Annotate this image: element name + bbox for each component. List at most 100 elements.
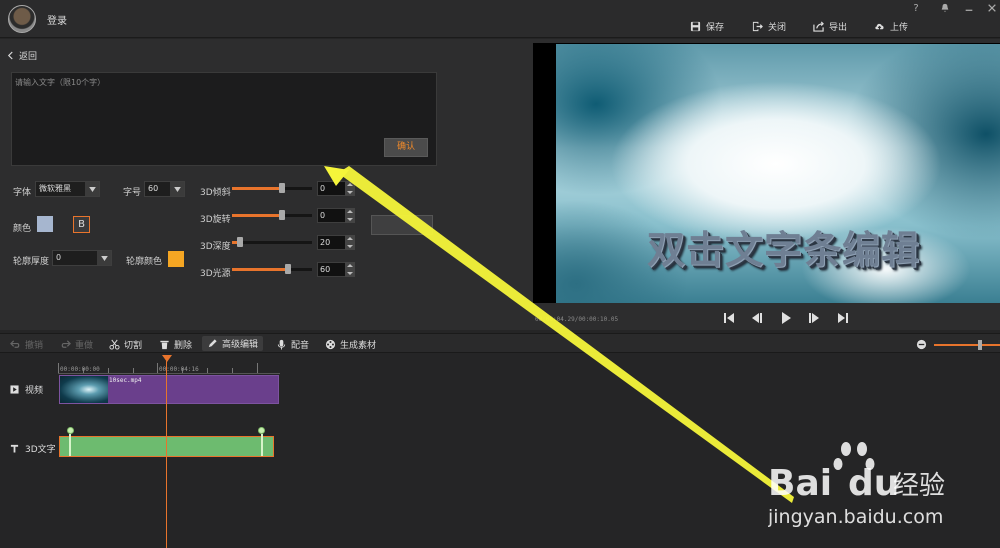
- outline-width-label: 轮廓厚度: [13, 257, 50, 267]
- playhead[interactable]: [166, 361, 167, 548]
- skip-start-icon[interactable]: [722, 311, 736, 325]
- rotate-spinbox[interactable]: 0: [317, 208, 355, 223]
- microphone-icon: [277, 339, 286, 350]
- outline-color-swatch[interactable]: [168, 251, 184, 267]
- generate-label: 生成素材: [340, 341, 377, 351]
- keyframe-handle[interactable]: [67, 427, 74, 434]
- outline-width-select[interactable]: 0: [52, 250, 112, 266]
- font-label: 字体: [13, 188, 32, 198]
- rotate-slider[interactable]: [232, 209, 312, 221]
- export-icon: [813, 20, 824, 32]
- depth-slider[interactable]: [232, 236, 312, 248]
- zoom-slider-handle[interactable]: [978, 340, 982, 350]
- login-link[interactable]: 登录: [47, 12, 67, 27]
- outline-color-label: 轮廓颜色: [126, 257, 163, 267]
- keyframe-line: [261, 434, 263, 456]
- watermark-url: jingyan.baidu.com: [768, 506, 943, 528]
- font-select[interactable]: 微软雅黑: [35, 181, 100, 197]
- playhead-handle[interactable]: [162, 355, 172, 362]
- help-button[interactable]: ?: [909, 3, 923, 15]
- preview-3d-title[interactable]: 双击文字条编辑: [647, 219, 920, 274]
- delete-button[interactable]: 删除: [159, 338, 192, 351]
- clip-thumbnail: [60, 376, 108, 403]
- back-label: 返回: [19, 52, 38, 62]
- scissors-icon: [109, 339, 120, 350]
- advanced-edit-button[interactable]: 高级编辑: [202, 336, 264, 351]
- minimize-icon[interactable]: [962, 3, 976, 15]
- pencil-icon: [208, 339, 217, 348]
- close-project-icon: [752, 21, 763, 31]
- play-icon[interactable]: [779, 311, 793, 325]
- save-button[interactable]: 保存: [690, 19, 724, 33]
- light-value: 60: [320, 265, 331, 274]
- tilt-label: 3D倾斜: [200, 188, 231, 198]
- spin-arrows-icon[interactable]: [345, 262, 355, 277]
- light-slider[interactable]: [232, 263, 312, 275]
- text-track-name: 3D文字: [25, 445, 56, 455]
- notification-icon[interactable]: [938, 3, 952, 15]
- depth-spinbox[interactable]: 20: [317, 235, 355, 250]
- watermark-brand-suffix: du: [848, 463, 899, 504]
- cut-button[interactable]: 切割: [109, 338, 142, 351]
- save-icon: [690, 21, 701, 31]
- tilt-spinbox[interactable]: 0: [317, 181, 355, 196]
- preview-frame[interactable]: 双击文字条编辑: [556, 44, 1000, 303]
- watermark-brand: Bai: [768, 463, 832, 504]
- rotate-value: 0: [320, 211, 326, 220]
- export-label: 导出: [829, 22, 848, 33]
- confirm-button[interactable]: 确认: [384, 138, 428, 157]
- text-color-swatch[interactable]: [37, 216, 53, 232]
- ruler-label: 00:00:00:00: [60, 366, 100, 373]
- size-select[interactable]: 60: [144, 181, 185, 197]
- trash-icon: [160, 340, 169, 350]
- depth-value: 20: [320, 238, 331, 247]
- close-project-button[interactable]: 关闭: [752, 19, 786, 33]
- step-forward-icon[interactable]: [807, 311, 821, 325]
- clip-name: 10sec.mp4: [109, 377, 142, 384]
- avatar[interactable]: [8, 5, 36, 33]
- keyframe-line: [69, 434, 71, 456]
- keyframe-handle[interactable]: [258, 427, 265, 434]
- size-value: 60: [148, 184, 159, 193]
- video-icon: [10, 385, 19, 394]
- upload-button[interactable]: 上传: [874, 19, 908, 33]
- bold-button[interactable]: B: [73, 216, 90, 233]
- cut-label: 切割: [124, 341, 143, 351]
- preview-timecode: 00:00:04.29/00:00:10.05: [535, 316, 619, 323]
- chevron-down-icon: [97, 251, 111, 265]
- video-clip[interactable]: 10sec.mp4: [59, 375, 279, 404]
- generate-button[interactable]: 生成素材: [325, 338, 376, 351]
- redo-button[interactable]: 重做: [60, 338, 93, 351]
- timeline-toolbar: 撤销 重做 切割 删除 高级编辑 配音 生成素材: [0, 333, 1000, 353]
- video-track-label: 视频: [10, 383, 43, 396]
- step-back-icon[interactable]: [750, 311, 764, 325]
- ruler-label: 00:00:04:16: [159, 366, 199, 373]
- baidu-watermark: Bai du 经验 jingyan.baidu.com: [767, 440, 958, 545]
- undo-button[interactable]: 撤销: [10, 338, 43, 351]
- color-label: 颜色: [13, 224, 32, 234]
- zoom-slider-track[interactable]: [934, 344, 1000, 346]
- export-button[interactable]: 导出: [813, 19, 847, 33]
- light-spinbox[interactable]: 60: [317, 262, 355, 277]
- spin-arrows-icon[interactable]: [345, 181, 355, 196]
- save-label: 保存: [706, 22, 725, 33]
- rotate-label: 3D旋转: [200, 215, 231, 225]
- skip-end-icon[interactable]: [836, 311, 850, 325]
- text-editor-panel: 返回 请输入文字（限10个字） 确认 字体 微软雅黑 字号 60 颜色 B 轮廓…: [0, 39, 528, 330]
- text-input[interactable]: 请输入文字（限10个字）: [11, 72, 437, 166]
- back-button[interactable]: 返回: [7, 49, 37, 62]
- close-project-label: 关闭: [768, 22, 787, 33]
- undo-label: 撤销: [25, 341, 44, 351]
- redo-icon: [61, 340, 71, 348]
- zoom-out-icon[interactable]: [916, 339, 927, 350]
- spin-arrows-icon[interactable]: [345, 235, 355, 250]
- undo-icon: [10, 340, 20, 348]
- close-window-icon[interactable]: [985, 3, 999, 15]
- baidu-logo: Bai du 经验 jingyan.baidu.com: [767, 442, 945, 528]
- spin-arrows-icon[interactable]: [345, 208, 355, 223]
- size-label: 字号: [123, 188, 142, 198]
- dub-button[interactable]: 配音: [276, 338, 309, 351]
- tilt-slider[interactable]: [232, 182, 312, 194]
- reset-button[interactable]: [371, 215, 433, 235]
- text-track-label: 3D文字: [10, 442, 56, 455]
